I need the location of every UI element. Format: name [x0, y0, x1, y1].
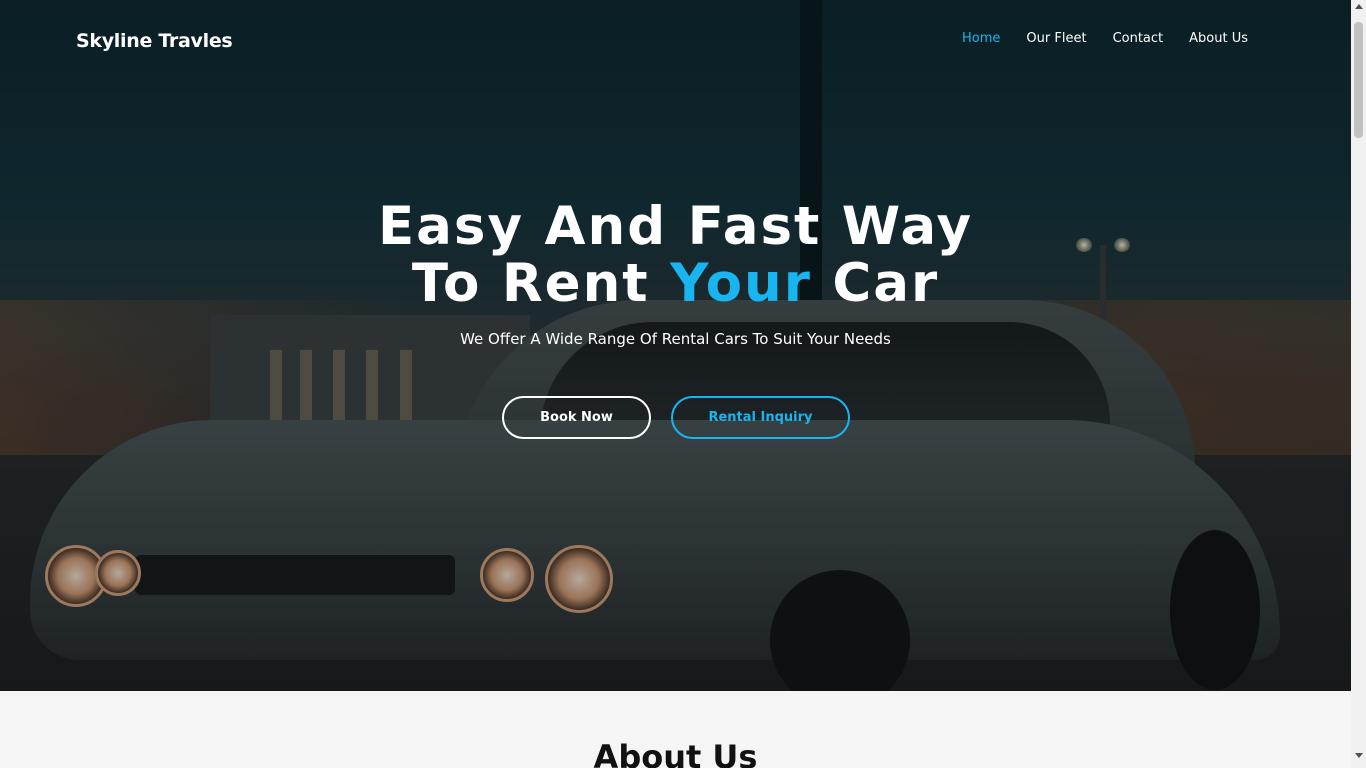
headline-line-2-suffix: Car: [811, 253, 940, 314]
scroll-thumb[interactable]: [1354, 22, 1363, 138]
scroll-down-arrow-icon[interactable]: [1355, 753, 1363, 758]
hero-section: Skyline Travles Home Our Fleet Contact A…: [0, 0, 1351, 691]
headline-line-2-prefix: To Rent: [411, 253, 671, 314]
hero-headline: Easy And Fast Way To Rent Your Car: [0, 198, 1351, 312]
nav-about-us[interactable]: About Us: [1189, 31, 1248, 46]
rental-inquiry-button[interactable]: Rental Inquiry: [671, 396, 850, 439]
nav-our-fleet[interactable]: Our Fleet: [1026, 31, 1086, 46]
scroll-up-arrow-icon[interactable]: [1355, 4, 1363, 9]
headline-accent: Your: [670, 253, 812, 314]
book-now-button[interactable]: Book Now: [502, 396, 651, 439]
brand-logo[interactable]: Skyline Travles: [76, 30, 233, 52]
nav-home[interactable]: Home: [962, 31, 1000, 46]
about-section-title: About Us: [593, 738, 758, 768]
main-nav: Home Our Fleet Contact About Us: [962, 31, 1248, 46]
nav-contact[interactable]: Contact: [1113, 31, 1164, 46]
page-scrollbar[interactable]: [1351, 0, 1366, 768]
hero-subtitle: We Offer A Wide Range Of Rental Cars To …: [460, 330, 891, 348]
headline-line-1: Easy And Fast Way: [377, 196, 974, 257]
